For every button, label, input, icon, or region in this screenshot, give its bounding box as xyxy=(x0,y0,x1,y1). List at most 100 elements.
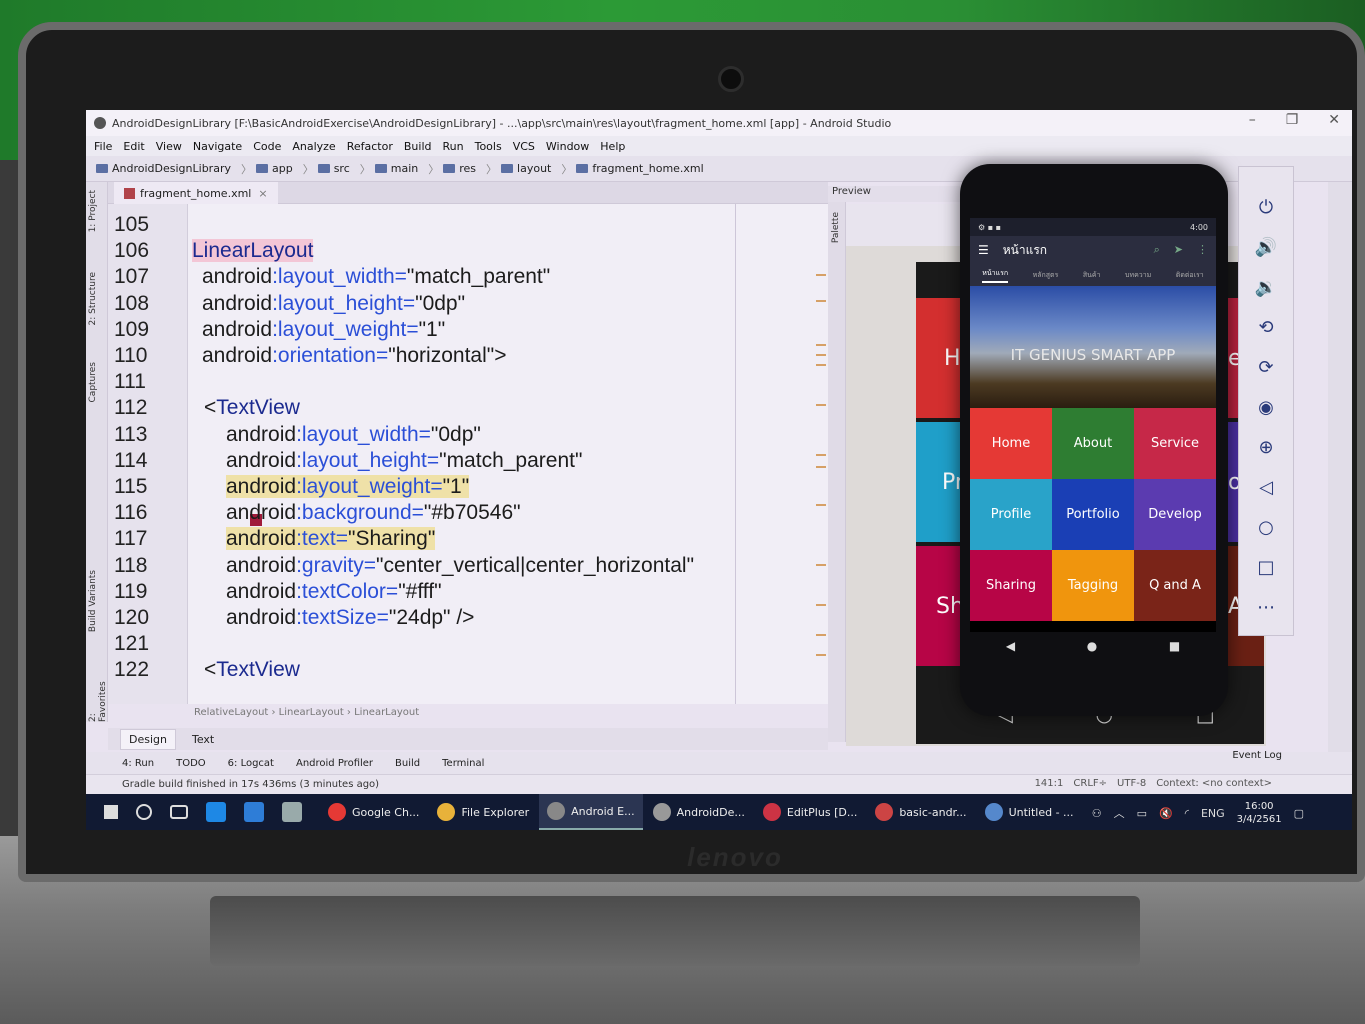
menu-code[interactable]: Code xyxy=(253,140,281,153)
menu-analyze[interactable]: Analyze xyxy=(292,140,335,153)
overview-button-icon[interactable]: □ xyxy=(1253,557,1279,583)
code-line[interactable]: android:orientation="horizontal"> xyxy=(202,343,506,369)
code-line[interactable]: android:layout_height="match_parent" xyxy=(226,448,582,474)
grid-cell-home[interactable]: Home xyxy=(970,408,1052,479)
menu-run[interactable]: Run xyxy=(443,140,464,153)
breadcrumb-item[interactable]: src xyxy=(317,162,350,175)
code-area[interactable]: LinearLayout android:layout_width="match_… xyxy=(192,204,892,704)
emu-home-icon[interactable]: ● xyxy=(1087,639,1097,653)
code-line[interactable]: <TextView xyxy=(204,395,300,421)
breadcrumb-item[interactable]: layout xyxy=(501,162,551,175)
emu-recents-icon[interactable]: ■ xyxy=(1169,639,1180,653)
volume-up-icon[interactable]: 🔊 xyxy=(1253,237,1279,263)
volume-down-icon[interactable]: 🔉 xyxy=(1253,277,1279,303)
windows-start-icon[interactable] xyxy=(104,805,118,819)
tool-window-4[interactable]: Build xyxy=(395,758,420,769)
store-icon[interactable] xyxy=(244,802,264,822)
caret-position[interactable]: 141:1 xyxy=(1035,778,1064,789)
tool-window-3[interactable]: Android Profiler xyxy=(296,758,373,769)
menu-window[interactable]: Window xyxy=(546,140,589,153)
close-icon[interactable]: ✕ xyxy=(1328,112,1340,128)
taskbar-app-6[interactable]: Untitled - ... xyxy=(977,794,1082,830)
menu-refactor[interactable]: Refactor xyxy=(347,140,393,153)
emu-back-icon[interactable]: ◀ xyxy=(1006,639,1015,653)
code-line[interactable]: <TextView xyxy=(204,657,300,683)
hamburger-menu-icon[interactable]: ☰ xyxy=(978,243,989,257)
maximize-icon[interactable]: ❐ xyxy=(1286,112,1299,128)
menu-file[interactable]: File xyxy=(94,140,112,153)
taskbar-app-2[interactable]: Android E... xyxy=(539,794,643,830)
language-indicator[interactable]: ENG xyxy=(1201,807,1225,820)
code-line[interactable]: android:background="#b70546" xyxy=(226,500,521,526)
code-line[interactable]: LinearLayout xyxy=(192,238,314,264)
menu-view[interactable]: View xyxy=(156,140,182,153)
edge-icon[interactable] xyxy=(206,802,226,822)
back-button-icon[interactable]: ◁ xyxy=(1253,477,1279,503)
power-icon[interactable]: ⏻ xyxy=(1253,197,1279,223)
app-tab-3[interactable]: บทความ xyxy=(1125,270,1151,281)
people-icon[interactable]: ⚇ xyxy=(1092,807,1102,820)
mail-icon[interactable] xyxy=(282,802,302,822)
tool-window-5[interactable]: Terminal xyxy=(442,758,484,769)
code-line[interactable]: android:layout_height="0dp" xyxy=(202,291,465,317)
code-line[interactable]: android:text="Sharing" xyxy=(226,526,436,552)
breadcrumb-item[interactable]: AndroidDesignLibrary xyxy=(96,162,231,175)
tool-window-1[interactable]: TODO xyxy=(176,758,206,769)
code-line[interactable]: android:textSize="24dp" /> xyxy=(226,605,474,631)
menu-tools[interactable]: Tools xyxy=(475,140,502,153)
code-line[interactable]: android:layout_width="match_parent" xyxy=(202,264,550,290)
taskbar-app-4[interactable]: EditPlus [D... xyxy=(755,794,865,830)
taskbar-clock[interactable]: 16:00 3/4/2561 xyxy=(1237,800,1282,826)
overflow-icon[interactable]: ⋮ xyxy=(1197,243,1208,257)
send-icon[interactable]: ➤ xyxy=(1174,243,1183,257)
grid-cell-tagging[interactable]: Tagging xyxy=(1052,550,1134,621)
file-tab-fragment-home[interactable]: fragment_home.xml × xyxy=(114,182,278,204)
grid-cell-sharing[interactable]: Sharing xyxy=(970,550,1052,621)
notifications-icon[interactable]: ▢ xyxy=(1294,807,1304,820)
wifi-icon[interactable]: ◜ xyxy=(1185,807,1189,820)
code-editor[interactable]: 105 106 107 108 109 110 111 112 113 114 115 116 117 1… xyxy=(108,204,828,704)
grid-cell-develop[interactable]: Develop xyxy=(1134,479,1216,550)
event-log-button[interactable]: Event Log xyxy=(1232,750,1282,761)
breadcrumb-item[interactable]: fragment_home.xml xyxy=(576,162,704,175)
code-line[interactable]: android:layout_weight="1" xyxy=(202,317,445,343)
tool-tab-project[interactable]: 1: Project xyxy=(88,190,98,232)
grid-cell-portfolio[interactable]: Portfolio xyxy=(1052,479,1134,550)
tool-window-0[interactable]: 4: Run xyxy=(122,758,154,769)
grid-cell-profile[interactable]: Profile xyxy=(970,479,1052,550)
tool-tab-favorites[interactable]: 2: Favorites xyxy=(88,672,108,722)
grid-cell-q-and-a[interactable]: Q and A xyxy=(1134,550,1216,621)
taskbar-app-5[interactable]: basic-andr... xyxy=(867,794,974,830)
tool-tab-structure[interactable]: 2: Structure xyxy=(88,272,98,326)
rotate-left-icon[interactable]: ⟲ xyxy=(1253,317,1279,343)
zoom-icon[interactable]: ⊕ xyxy=(1253,437,1279,463)
breadcrumb-item[interactable]: main xyxy=(374,162,418,175)
tray-chevron-icon[interactable]: ︿ xyxy=(1114,805,1125,821)
tab-close-icon[interactable]: × xyxy=(258,187,267,200)
tool-tab-build-variants[interactable]: Build Variants xyxy=(88,570,98,632)
menu-vcs[interactable]: VCS xyxy=(513,140,535,153)
volume-muted-icon[interactable]: 🔇 xyxy=(1159,807,1173,820)
taskbar-app-1[interactable]: File Explorer xyxy=(429,794,537,830)
emulator-screen[interactable]: ⚙ ▪ ▪ 4:00 ☰ หน้าแรก ⌕ ➤ ⋮ หน้าแรก หลักสู… xyxy=(970,218,1216,632)
rotate-right-icon[interactable]: ⟳ xyxy=(1253,357,1279,383)
code-line[interactable]: android:gravity="center_vertical|center_… xyxy=(226,553,694,579)
grid-cell-about[interactable]: About xyxy=(1052,408,1134,479)
app-tab-1[interactable]: หลักสูตร xyxy=(1033,270,1059,281)
menu-navigate[interactable]: Navigate xyxy=(193,140,242,153)
code-line[interactable]: android:layout_weight="1" xyxy=(226,474,470,500)
palette-tab[interactable]: Palette xyxy=(831,212,841,243)
more-icon[interactable]: ⋯ xyxy=(1253,597,1279,623)
breadcrumb-item[interactable]: res xyxy=(443,162,476,175)
home-button-icon[interactable]: ○ xyxy=(1253,517,1279,543)
menu-edit[interactable]: Edit xyxy=(123,140,144,153)
code-line[interactable]: android:textColor="#fff" xyxy=(226,579,442,605)
tool-tab-captures[interactable]: Captures xyxy=(88,362,98,402)
taskbar-app-0[interactable]: Google Ch... xyxy=(320,794,427,830)
menu-build[interactable]: Build xyxy=(404,140,432,153)
line-separator[interactable]: CRLF÷ xyxy=(1073,778,1107,789)
minimize-icon[interactable]: – xyxy=(1249,112,1256,128)
battery-icon[interactable]: ▭ xyxy=(1137,807,1147,820)
app-tab-4[interactable]: ติดต่อเรา xyxy=(1176,270,1204,281)
search-taskbar-icon[interactable] xyxy=(136,804,152,820)
